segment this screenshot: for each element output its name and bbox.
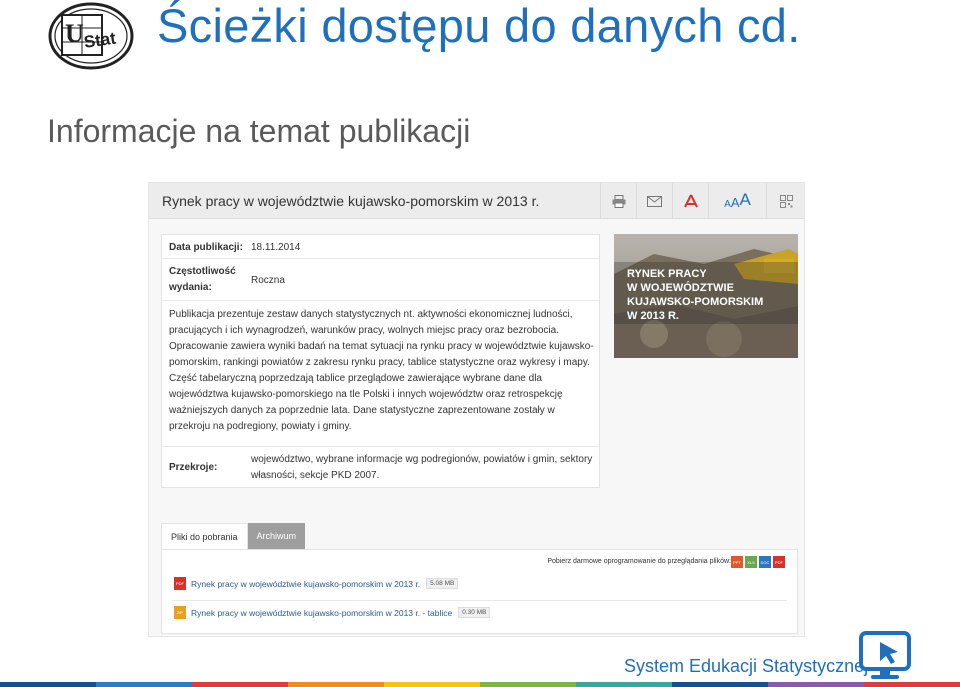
slide-title: Ścieżki dostępu do danych cd. [157,0,801,52]
font-size-switcher[interactable]: A A A [708,183,766,219]
pdf-viewer-icon[interactable]: PDF [773,556,785,568]
tab-archive[interactable]: Archiwum [247,523,306,549]
cover-title: RYNEK PRACY W WOJEWÓDZTWIE KUJAWSKO-POMO… [627,268,764,322]
publication-cover-image[interactable]: RYNEK PRACY W WOJEWÓDZTWIE KUJAWSKO-POMO… [614,234,798,358]
xls-viewer-icon[interactable]: XLS [745,556,757,568]
footer-color-bar [0,682,960,687]
color-bar-segment [864,682,960,687]
publication-header: Rynek pracy w województwie kujawsko-pomo… [149,183,804,219]
sections-row: Przekroje: województwo, wybrane informac… [162,446,599,488]
publication-metadata: Data publikacji: 18.11.2014 Częstotliwoś… [161,234,600,488]
file-tabs: Pliki do pobrania Archiwum [161,523,306,549]
footer-title: System Edukacji Statystycznej [624,656,869,676]
monitor-cursor-icon [858,630,912,682]
file-size-badge: 5.08 MB [426,578,459,589]
color-bar-segment [576,682,672,687]
doc-viewer-icon[interactable]: DOC [759,556,771,568]
date-label: Data publikacji: [169,242,243,253]
color-bar-segment [96,682,192,687]
software-icons: PPT XLS DOC PDF [731,556,785,568]
font-small-button[interactable]: A [724,199,731,210]
tab-downloads[interactable]: Pliki do pobrania [161,523,248,549]
frequency-label-line-1: Częstotliwość [169,266,236,277]
publication-page-screenshot: Rynek pracy w województwie kujawsko-pomo… [148,182,805,637]
zip-file-icon: ZIP [174,606,186,619]
pdf-file-icon: PDF [174,577,186,590]
color-bar-segment [672,682,768,687]
file-row-pdf: PDF Rynek pracy w województwie kujawsko-… [174,577,459,590]
slide-subtitle: Informacje na temat publikacji [47,113,471,149]
publication-toolbar: A A A [600,183,804,219]
date-row: Data publikacji: 18.11.2014 [162,235,599,259]
downloads-panel: Pobierz darmowe oprogramowanie do przegl… [161,549,798,634]
software-download-text: Pobierz darmowe oprogramowanie do przegl… [547,558,731,565]
sections-value-line-1: województwo, wybrane informacje wg podre… [251,454,593,465]
font-medium-button[interactable]: A [731,195,740,210]
publication-description: Publikacja prezentuje zestaw danych stat… [169,309,594,432]
publication-title: Rynek pracy w województwie kujawsko-pomo… [162,193,540,209]
ustat-logo: U Stat [48,2,134,70]
printer-icon[interactable] [600,183,636,219]
file-link-zip[interactable]: Rynek pracy w województwie kujawsko-pomo… [191,608,452,618]
sections-value-line-2: własności, sekcje PKD 2007. [251,470,380,481]
color-bar-segment [384,682,480,687]
file-divider [172,600,787,601]
date-value: 18.11.2014 [251,242,301,253]
file-link-pdf[interactable]: Rynek pracy w województwie kujawsko-pomo… [191,579,420,589]
color-bar-segment [480,682,576,687]
pdf-icon[interactable] [672,183,708,219]
frequency-value: Roczna [251,275,285,286]
font-large-button[interactable]: A [740,190,751,210]
sections-label: Przekroje: [169,462,218,473]
envelope-icon[interactable] [636,183,672,219]
color-bar-segment [768,682,864,687]
file-size-badge: 0.30 MB [458,607,491,618]
color-bar-segment [0,682,96,687]
ppt-viewer-icon[interactable]: PPT [731,556,743,568]
frequency-label-line-2: wydania: [169,282,212,293]
qr-code-icon[interactable] [766,183,804,219]
color-bar-segment [288,682,384,687]
file-row-zip: ZIP Rynek pracy w województwie kujawsko-… [174,606,491,619]
color-bar-segment [192,682,288,687]
frequency-row: Częstotliwość wydania: Roczna [162,259,599,301]
svg-text:U: U [65,19,84,48]
